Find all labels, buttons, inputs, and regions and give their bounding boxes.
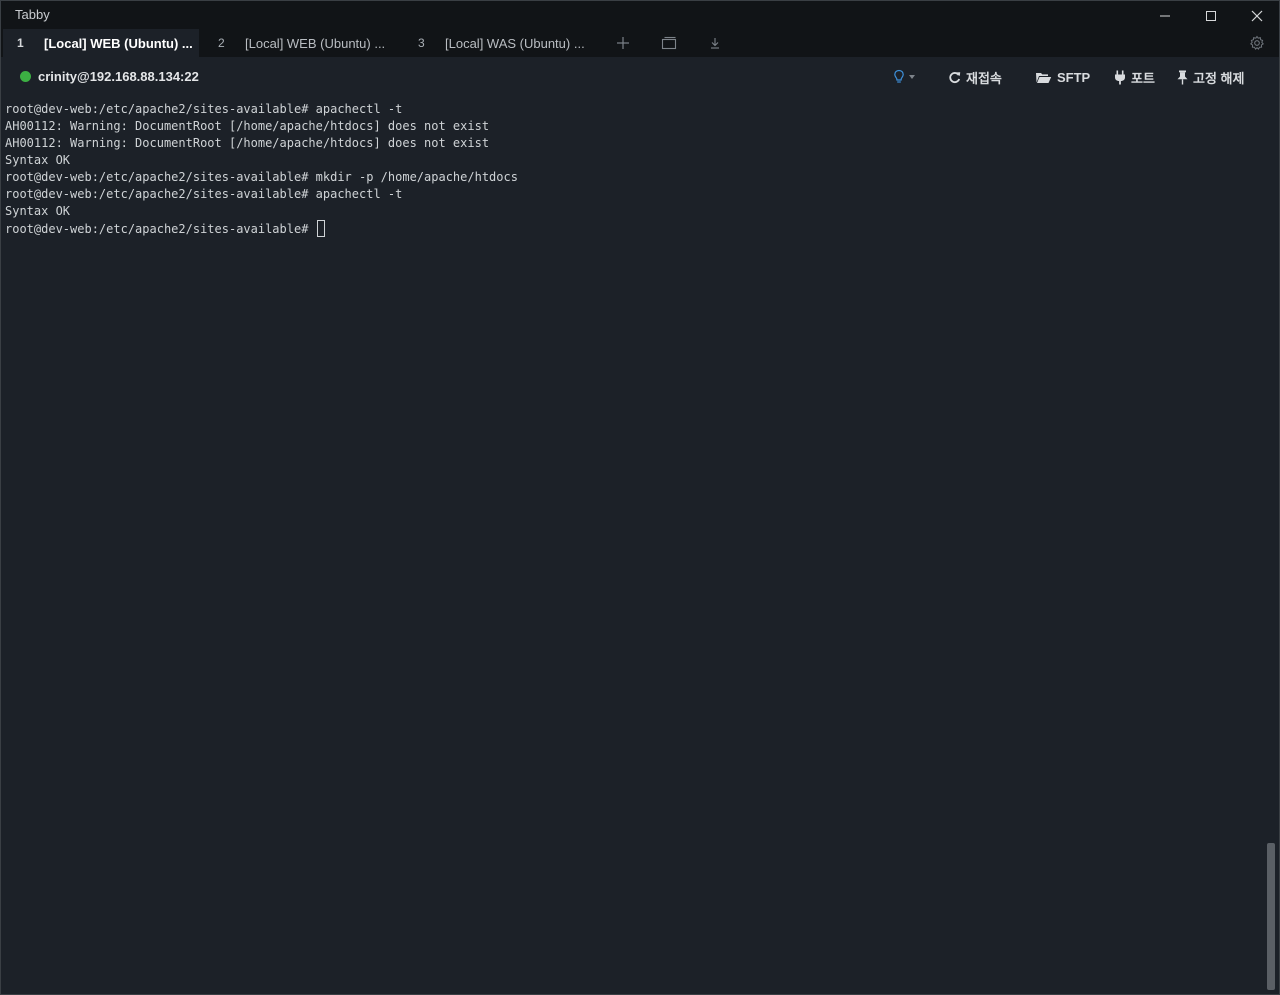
hint-button[interactable] — [893, 67, 916, 87]
connection-toolbar: crinity@192.168.88.134:22 재접속 SFTP 포트 고정… — [1, 57, 1279, 97]
connection-host: crinity@192.168.88.134:22 — [38, 69, 199, 84]
app-title: Tabby — [15, 7, 50, 22]
caret-down-icon — [909, 75, 915, 79]
scrollbar-thumb[interactable] — [1267, 843, 1275, 990]
new-tab-button[interactable] — [608, 29, 638, 57]
window-icon — [661, 36, 677, 50]
maximize-button[interactable] — [1188, 1, 1234, 31]
download-button[interactable] — [700, 29, 730, 57]
close-button[interactable] — [1234, 1, 1280, 31]
tab-1[interactable]: 1 [Local] WEB (Ubuntu) ... — [3, 29, 199, 57]
close-icon — [1251, 10, 1263, 22]
terminal-output[interactable]: root@dev-web:/etc/apache2/sites-availabl… — [1, 97, 1265, 994]
terminal-line: Syntax OK — [5, 153, 71, 167]
tab-bar: 1 [Local] WEB (Ubuntu) ... 2 [Local] WEB… — [1, 29, 1279, 57]
connection-status-indicator — [20, 71, 31, 82]
ports-button[interactable]: 포트 — [1114, 67, 1155, 87]
minimize-button[interactable] — [1142, 1, 1188, 31]
tabby-window: Tabby 1 [Local] WEB (Ubuntu) ... 2 [Loca… — [0, 0, 1280, 995]
terminal-line: Syntax OK — [5, 204, 71, 218]
tab-label: [Local] WEB (Ubuntu) ... — [44, 35, 193, 51]
split-button[interactable] — [654, 29, 684, 57]
reconnect-label: 재접속 — [966, 70, 1002, 86]
tab-number: 2 — [218, 36, 225, 50]
terminal-line: AH00112: Warning: DocumentRoot [/home/ap… — [5, 136, 490, 150]
unpin-button[interactable]: 고정 해제 — [1177, 67, 1244, 87]
reconnect-button[interactable]: 재접속 — [948, 67, 1002, 87]
terminal-prompt: root@dev-web:/etc/apache2/sites-availabl… — [5, 222, 316, 236]
tab-number: 3 — [418, 36, 425, 50]
plus-icon — [617, 37, 629, 49]
tab-2[interactable]: 2 [Local] WEB (Ubuntu) ... — [204, 29, 400, 57]
settings-button[interactable] — [1242, 29, 1272, 57]
terminal-cursor — [316, 220, 325, 237]
plug-icon — [1115, 70, 1125, 84]
terminal-line: root@dev-web:/etc/apache2/sites-availabl… — [5, 187, 403, 201]
tab-label: [Local] WAS (Ubuntu) ... — [445, 35, 585, 51]
sftp-label: SFTP — [1057, 69, 1091, 85]
terminal-line: root@dev-web:/etc/apache2/sites-availabl… — [5, 170, 518, 184]
download-icon — [711, 38, 719, 49]
ports-label: 포트 — [1131, 70, 1155, 86]
gear-icon — [1250, 35, 1264, 50]
tab-number: 1 — [17, 36, 24, 50]
minimize-icon — [1160, 15, 1170, 17]
sftp-button[interactable]: SFTP — [1035, 67, 1090, 87]
folder-open-icon — [1036, 72, 1052, 83]
refresh-icon — [949, 71, 961, 83]
terminal-scrollbar[interactable] — [1265, 97, 1279, 994]
tab-label: [Local] WEB (Ubuntu) ... — [245, 35, 386, 51]
terminal-line: root@dev-web:/etc/apache2/sites-availabl… — [5, 102, 403, 116]
pin-icon — [1177, 70, 1188, 84]
maximize-icon — [1206, 11, 1216, 21]
tab-3[interactable]: 3 [Local] WAS (Ubuntu) ... — [404, 29, 600, 57]
title-bar: Tabby — [1, 1, 1279, 29]
terminal-line: AH00112: Warning: DocumentRoot [/home/ap… — [5, 119, 490, 133]
terminal-prompt-line: root@dev-web:/etc/apache2/sites-availabl… — [5, 220, 325, 237]
lightbulb-icon — [894, 69, 904, 83]
unpin-label: 고정 해제 — [1193, 70, 1245, 86]
